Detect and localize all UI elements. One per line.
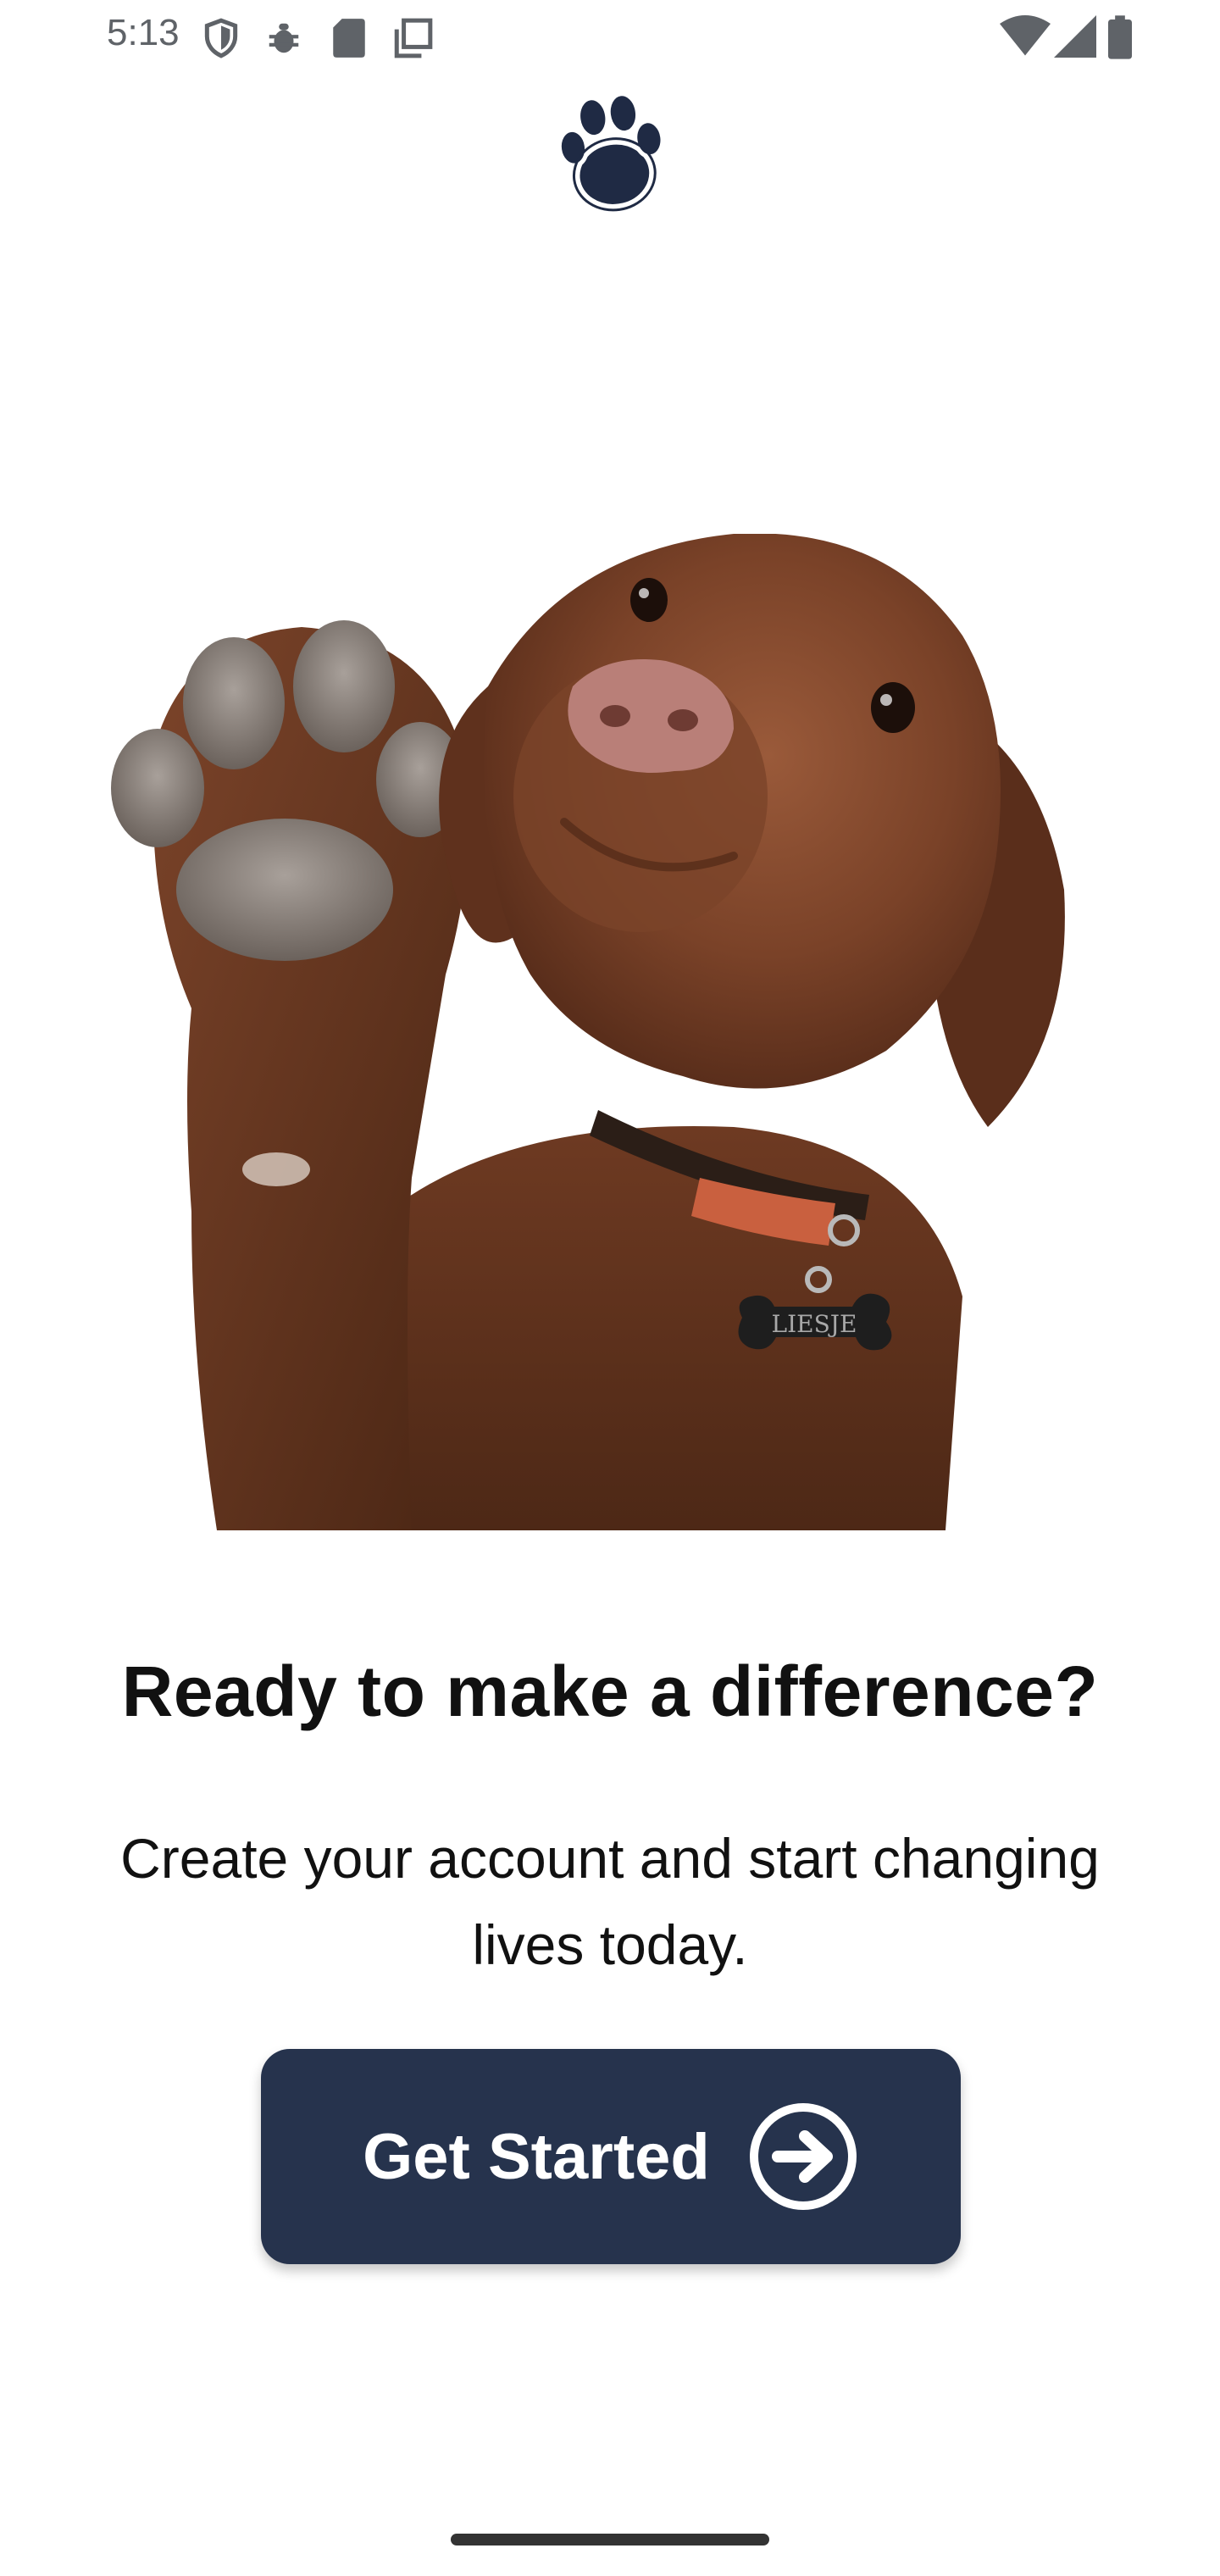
status-time: 5:13	[107, 12, 180, 53]
hero-image: LIESJE	[90, 533, 1130, 1530]
get-started-button[interactable]: Get Started	[261, 2049, 961, 2264]
onboarding-screen: 5:13 LIESJE Ready to make a difference? …	[0, 0, 1220, 2576]
paw-icon	[541, 83, 683, 225]
arrow-right-circle-icon	[747, 2101, 859, 2212]
status-bar: 5:13	[0, 0, 1220, 73]
bug-icon	[264, 17, 303, 64]
shield-icon	[200, 17, 242, 64]
wifi-icon	[1000, 15, 1051, 62]
cell-signal-icon	[1054, 15, 1096, 62]
battery-icon	[1108, 15, 1132, 64]
get-started-label: Get Started	[363, 2120, 710, 2193]
sd-card-icon	[330, 17, 368, 64]
subtext: Create your account and start changing l…	[120, 1827, 1100, 1976]
svg-text:LIESJE: LIESJE	[772, 1310, 857, 1338]
home-indicator[interactable]	[451, 2534, 769, 2545]
headline: Ready to make a difference?	[121, 1652, 1099, 1731]
copy-icon	[391, 17, 434, 64]
